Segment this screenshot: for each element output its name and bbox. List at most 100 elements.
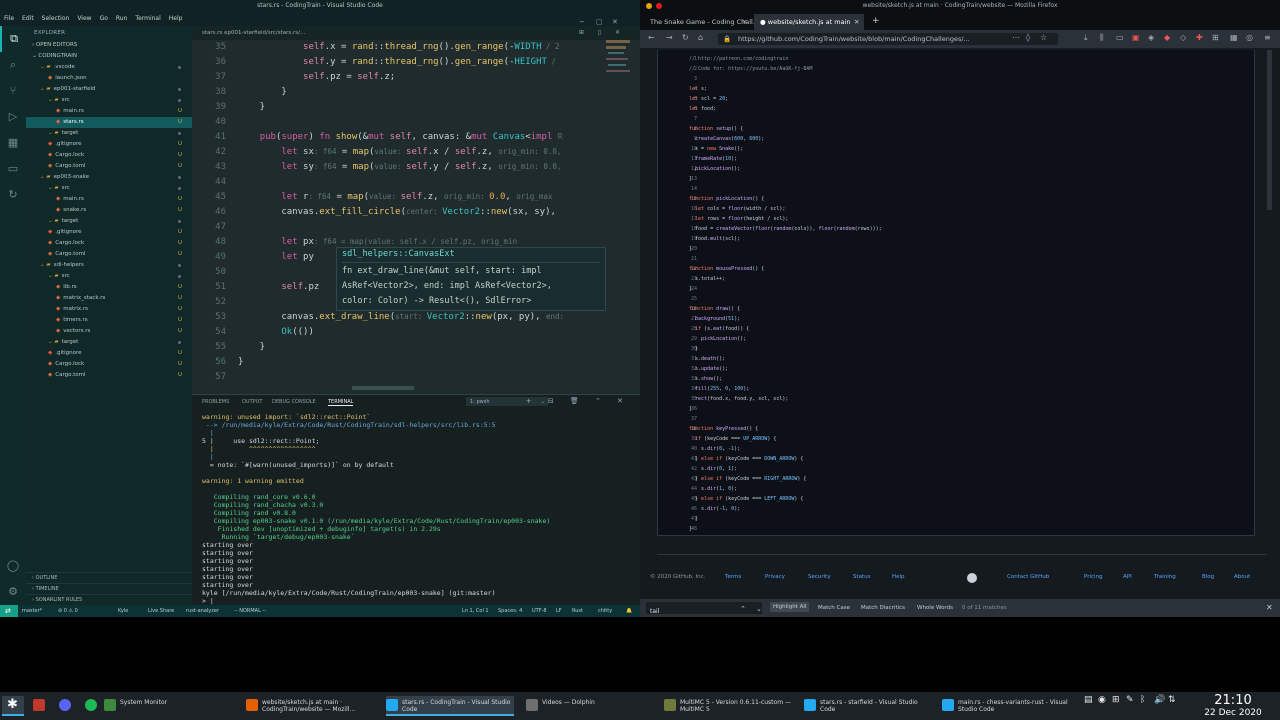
tab-terminal[interactable]: TERMINAL	[328, 399, 354, 406]
tree-file[interactable]: ◆ Cargo.lock U	[26, 150, 192, 161]
close-findbar-icon[interactable]: ✕	[1266, 603, 1273, 612]
tree-file[interactable]: ◆ stars.rs U	[26, 117, 192, 128]
tree-folder[interactable]: ⌄ ▰ target	[26, 128, 192, 139]
pocket-icon[interactable]: ◊	[1026, 33, 1030, 42]
code-line[interactable]: 43 let sy: f64 = map(value: self.y / sel…	[192, 162, 640, 177]
find-next-icon[interactable]: ⌄	[756, 605, 762, 613]
workspace-root[interactable]: ⌄ CODINGTRAIN	[26, 51, 192, 62]
footer-link-pricing[interactable]: Pricing	[1084, 574, 1103, 580]
code-editor[interactable]: stars.rs ep001-starfield/src/stars.rs/..…	[192, 26, 640, 392]
timeline-section[interactable]: › TIMELINE	[26, 583, 192, 594]
extension-icon[interactable]: ◆	[1164, 33, 1170, 42]
tree-file[interactable]: ◆ Cargo.lock U	[26, 359, 192, 370]
tab-output[interactable]: OUTPUT	[242, 399, 262, 405]
taskbar-window-button[interactable]: stars.rs - starfield - Visual Studio Code	[804, 696, 932, 716]
terminal-launcher-icon[interactable]	[30, 696, 52, 716]
whole-words-toggle[interactable]: Whole Words	[917, 605, 953, 611]
code-line[interactable]: 41 pub(super) fn show(&mut self, canvas:…	[192, 132, 640, 147]
menu-item-selection[interactable]: Selection	[38, 12, 74, 25]
tree-file[interactable]: ◆ lib.rs U	[26, 282, 192, 293]
network-icon[interactable]: ⇅	[1168, 695, 1176, 705]
language-mode[interactable]: Rust	[572, 608, 583, 614]
code-line[interactable]: 53 canvas.ext_draw_line(start: Vector2::…	[192, 312, 640, 327]
footer-link-about[interactable]: About	[1234, 574, 1250, 580]
code-line[interactable]: 57	[192, 372, 640, 387]
tree-file[interactable]: ◆ matrix.rs U	[26, 304, 192, 315]
tree-file[interactable]: ◆ Cargo.toml U	[26, 370, 192, 381]
rust-analyzer-status[interactable]: rust-analyzer	[186, 608, 219, 614]
tree-folder[interactable]: ⌄ ▰ ep003-snake	[26, 172, 192, 183]
tree-folder[interactable]: ⌄ ▰ src	[26, 183, 192, 194]
code-line[interactable]: 42 let sx: f64 = map(value: self.x / sel…	[192, 147, 640, 162]
status-user[interactable]: chitty	[598, 608, 612, 614]
tree-file[interactable]: ◆ launch.json	[26, 73, 192, 84]
close-tab-icon[interactable]: ✕	[742, 18, 747, 26]
line-number[interactable]: 24	[675, 286, 697, 292]
menu-item-run[interactable]: Run	[112, 12, 132, 25]
extension-icon[interactable]: ▦	[1230, 33, 1238, 42]
url-bar[interactable]: 🔒 https://github.com/CodingTrain/website…	[718, 33, 1058, 45]
source-control-icon[interactable]: ⑂	[0, 78, 26, 104]
remote-indicator[interactable]: ⇄	[0, 605, 18, 617]
menu-item-go[interactable]: Go	[96, 12, 112, 25]
tree-file[interactable]: ◆ Cargo.toml U	[26, 161, 192, 172]
tray-app-icon[interactable]: ⊞	[1112, 695, 1120, 705]
tree-file[interactable]: ◆ .gitignore U	[26, 348, 192, 359]
extension-icon[interactable]: ◇	[1180, 33, 1186, 42]
sidebar-icon[interactable]: ▭	[1116, 33, 1124, 42]
back-icon[interactable]: ←	[648, 33, 655, 42]
tree-file[interactable]: ◆ snake.rs U	[26, 205, 192, 216]
taskbar-window-button[interactable]: System Monitor	[104, 696, 234, 716]
footer-link-blog[interactable]: Blog	[1202, 574, 1214, 580]
tray-app-icon[interactable]: ◉	[1098, 695, 1106, 705]
remote-explorer-icon[interactable]: ▭	[0, 156, 26, 182]
github-logo-icon[interactable]	[967, 573, 977, 583]
account-icon[interactable]: ◯	[0, 553, 26, 579]
tree-file[interactable]: ◆ .gitignore U	[26, 227, 192, 238]
library-icon[interactable]: ⫼	[1100, 33, 1104, 43]
highlight-all-toggle[interactable]: Highlight All	[770, 602, 810, 612]
footer-link-training[interactable]: Training	[1154, 574, 1176, 580]
indentation[interactable]: Spaces: 4	[498, 608, 522, 614]
extension-icon[interactable]: ⊞	[1212, 33, 1219, 42]
code-line[interactable]: 37 self.pz = self.z;	[192, 72, 640, 87]
taskbar-window-button[interactable]: website/sketch.js at main · CodingTrain/w…	[246, 696, 364, 716]
tree-file[interactable]: ◆ Cargo.lock U	[26, 238, 192, 249]
line-number[interactable]: 20	[675, 246, 697, 252]
line-number[interactable]: 48	[675, 526, 697, 532]
menu-item-view[interactable]: View	[73, 12, 95, 25]
tab-sketch-js[interactable]: ● website/sketch.js at main	[754, 14, 864, 30]
taskbar-window-button[interactable]: MultiMC 5 - Version 0.6.11-custom — Multi…	[664, 696, 796, 716]
code-line[interactable]: 40	[192, 117, 640, 132]
tree-folder[interactable]: ⌄ ▰ src	[26, 95, 192, 106]
forward-icon[interactable]: →	[666, 33, 673, 42]
bell-icon[interactable]: 🔔	[626, 608, 632, 614]
spotify-launcher-icon[interactable]	[82, 696, 104, 716]
extension-icon[interactable]: ◈	[1148, 33, 1154, 42]
line-number[interactable]: 7	[675, 116, 697, 122]
panel-controls[interactable]: + ⊟ 🗑 ⌃ ✕	[526, 397, 630, 405]
home-icon[interactable]: ⌂	[698, 33, 703, 42]
footer-link-terms[interactable]: Terms	[725, 574, 741, 580]
code-line[interactable]: 44	[192, 177, 640, 192]
code-line[interactable]: 38 }	[192, 87, 640, 102]
code-line[interactable]: 46 canvas.ext_fill_circle(center: Vector…	[192, 207, 640, 222]
code-line[interactable]: 55 }	[192, 342, 640, 357]
tree-file[interactable]: ◆ Cargo.toml U	[26, 249, 192, 260]
bookmark-star-icon[interactable]: ☆	[1040, 33, 1047, 42]
menu-item-edit[interactable]: Edit	[18, 12, 38, 25]
line-number[interactable]: 13	[675, 176, 697, 182]
line-number[interactable]: 21	[675, 256, 697, 262]
horizontal-scrollbar[interactable]	[352, 386, 414, 390]
tree-folder[interactable]: ⌄ ▰ ep001-starfield	[26, 84, 192, 95]
reload-icon[interactable]: ↻	[682, 33, 689, 42]
breadcrumb-path[interactable]: stars.rs ep001-starfield/src/stars.rs/..…	[202, 30, 305, 36]
tree-file[interactable]: ◆ main.rs U	[26, 106, 192, 117]
extension-icon[interactable]: ▣	[1132, 33, 1140, 42]
footer-link-privacy[interactable]: Privacy	[765, 574, 785, 580]
debug-icon[interactable]: ▷	[0, 104, 26, 130]
tree-folder[interactable]: ⌄ ▰ target	[26, 216, 192, 227]
tree-file[interactable]: ◆ matrix_stack.rs U	[26, 293, 192, 304]
close-tab-icon[interactable]: ✕	[854, 18, 859, 26]
code-line[interactable]: 39 }	[192, 102, 640, 117]
